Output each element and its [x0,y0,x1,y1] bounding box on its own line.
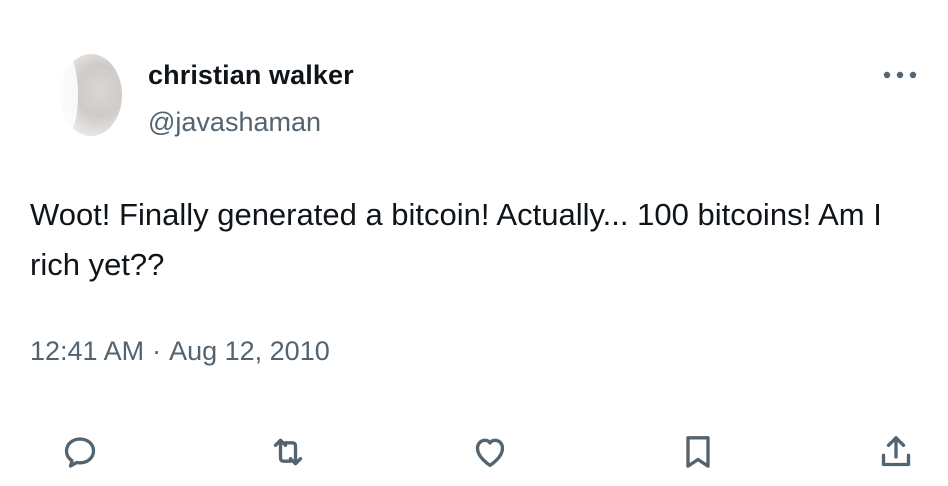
like-button[interactable] [466,428,514,476]
more-horizontal-icon [883,71,917,79]
bookmark-icon [686,436,710,468]
reply-icon [64,437,96,468]
reply-button[interactable] [56,428,104,476]
author-handle[interactable]: @javashaman [148,107,321,138]
author-display-name[interactable]: christian walker [148,60,354,91]
share-icon [881,436,911,467]
retweet-button[interactable] [264,428,312,476]
tweet-card: christian walker @javashaman Woot! Final… [0,0,948,486]
tweet-text: Woot! Finally generated a bitcoin! Actua… [30,197,882,282]
bookmark-button[interactable] [674,428,722,476]
retweet-icon [273,438,303,466]
avatar[interactable] [60,54,122,136]
tweet-timestamp[interactable]: 12:41 AM · Aug 12, 2010 [30,336,330,367]
timestamp-separator: · [152,336,162,366]
share-button[interactable] [872,428,920,476]
more-options-button[interactable] [880,60,920,90]
tweet-date[interactable]: Aug 12, 2010 [169,336,330,367]
heart-icon [475,438,505,467]
tweet-time[interactable]: 12:41 AM [30,336,144,367]
